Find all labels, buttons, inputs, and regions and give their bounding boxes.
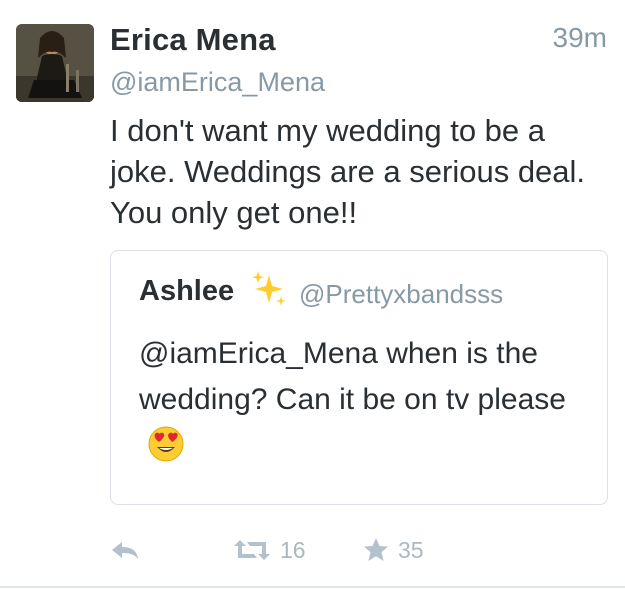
quoted-text: @iamErica_Mena when is the wedding? Can …: [139, 337, 566, 416]
reply-icon: [112, 542, 138, 559]
avatar-image: [16, 24, 94, 102]
quoted-author-handle: @Prettyxbandsss: [299, 279, 504, 309]
tweet-timestamp[interactable]: 39m: [553, 22, 607, 54]
author-handle[interactable]: @iamErica_Mena: [110, 67, 325, 98]
author-name[interactable]: Erica Mena: [110, 22, 276, 58]
quoted-text-container: @iamErica_Mena when is the wedding? Can …: [139, 331, 599, 469]
star-icon: [364, 538, 388, 561]
favorite-button[interactable]: 35: [362, 530, 424, 570]
favorite-count: 35: [398, 536, 424, 563]
tweet: Erica Mena @iamErica_Mena 39m I don't wa…: [0, 0, 625, 589]
heart-eyes-icon: [148, 426, 184, 462]
divider: [0, 586, 625, 588]
retweet-button[interactable]: 16: [232, 530, 306, 570]
quoted-tweet[interactable]: Ashlee @Prettyxbandsss @iamErica_Mena wh…: [110, 250, 608, 505]
reply-button[interactable]: [110, 530, 140, 570]
retweet-icon: [234, 540, 270, 560]
quoted-author-name: Ashlee: [139, 275, 235, 307]
sparkles-icon: [252, 271, 286, 306]
tweet-text: I don't want my wedding to be a joke. We…: [110, 113, 586, 230]
retweet-count: 16: [280, 536, 306, 563]
tweet-actions: 16 35: [110, 530, 610, 570]
avatar[interactable]: [16, 24, 94, 102]
